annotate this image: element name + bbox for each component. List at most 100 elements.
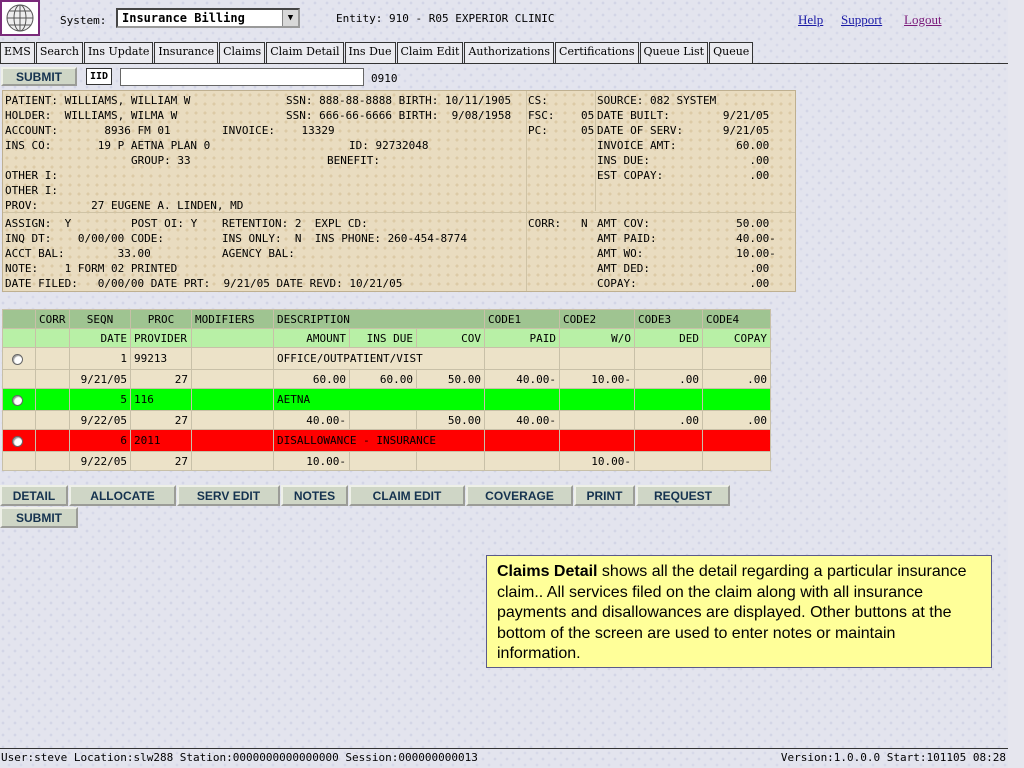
col-ins-due: INS DUE: [349, 328, 417, 348]
col-copay: COPAY: [702, 328, 772, 348]
system-select[interactable]: Insurance Billing ▼: [116, 8, 300, 28]
tab-queue[interactable]: Queue: [709, 42, 754, 63]
col-code3: CODE3: [634, 309, 704, 329]
tab-ins-update[interactable]: Ins Update: [83, 42, 154, 63]
holder-ssn: SSN: 666-66-6666 BIRTH: 9/08/1958: [286, 109, 512, 122]
serv-edit-button[interactable]: SERV EDIT: [177, 485, 280, 506]
paid-cell: 40.00-: [484, 369, 561, 389]
provider-cell: 27: [130, 451, 192, 471]
table-row[interactable]: 6 2011 DISALLOWANCE - INSURANCE: [2, 429, 772, 452]
table-subheader-row: DATE PROVIDER AMOUNT INS DUE COV PAID W/…: [2, 328, 772, 348]
tab-authorizations[interactable]: Authorizations: [464, 42, 555, 63]
tab-claims[interactable]: Claims: [219, 42, 266, 63]
col-code4: CODE4: [702, 309, 772, 329]
date-cell: 9/21/05: [69, 369, 131, 389]
row-select-radio[interactable]: [12, 394, 23, 406]
globe-icon: [6, 4, 34, 32]
submit-button-bottom[interactable]: SUBMIT: [0, 507, 78, 528]
tab-claim-detail[interactable]: Claim Detail: [266, 42, 344, 63]
invoice-field: INVOICE: 13329: [222, 124, 335, 137]
help-link[interactable]: Help: [798, 12, 823, 28]
corr-field: CORR: N: [528, 217, 588, 230]
seqn-cell: 5: [69, 388, 131, 411]
amount-cell: 60.00: [273, 369, 350, 389]
tab-claim-edit[interactable]: Claim Edit: [396, 42, 464, 63]
scrollbar-track[interactable]: [1008, 0, 1024, 768]
iid-input[interactable]: [120, 68, 364, 86]
wo-cell: [559, 410, 636, 430]
row-select-radio[interactable]: [12, 435, 23, 447]
ins-due-field: INS DUE: .00: [597, 154, 770, 167]
wo-cell: 10.00-: [559, 369, 636, 389]
amt-cov: AMT COV: 50.00: [597, 217, 770, 230]
ded-cell: .00: [634, 410, 704, 430]
col-cov: COV: [415, 328, 486, 348]
system-label: System:: [60, 14, 107, 27]
tab-queue-list[interactable]: Queue List: [639, 42, 709, 63]
ins-due-cell: [349, 410, 417, 430]
ins-only-field: INS ONLY: N INS PHONE: 260-454-8774: [222, 232, 468, 245]
col-amount: AMOUNT: [273, 328, 350, 348]
tab-ins-due[interactable]: Ins Due: [344, 42, 396, 63]
inq-dt-field: INQ DT: 0/00/00 CODE:: [5, 232, 164, 245]
ded-cell: .00: [634, 369, 704, 389]
system-select-value: Insurance Billing: [122, 11, 245, 25]
assign-field: ASSIGN: Y: [5, 217, 72, 230]
table-row[interactable]: 1 99213 OFFICE/OUTPATIENT/VIST: [2, 347, 772, 370]
copay-cell: .00: [702, 410, 772, 430]
table-row-detail: 9/21/05 27 60.00 60.00 50.00 40.00- 10.0…: [2, 369, 772, 389]
chevron-down-icon[interactable]: ▼: [282, 10, 298, 26]
copay-cell: [702, 451, 772, 471]
fsc-field: FSC: 05: [528, 109, 595, 122]
tab-insurance[interactable]: Insurance: [154, 42, 219, 63]
date-cell: 9/22/05: [69, 451, 131, 471]
col-seqn: SEQN: [69, 309, 131, 329]
paid-cell: [484, 451, 561, 471]
tab-divider: [0, 63, 1008, 64]
ins-id-field: ID: 92732048: [349, 139, 429, 152]
request-button[interactable]: REQUEST: [636, 485, 730, 506]
amount-cell: 40.00-: [273, 410, 350, 430]
note-field: NOTE: 1 FORM 02 PRINTED: [5, 262, 178, 275]
app-logo: [0, 0, 40, 36]
date-of-serv: DATE OF SERV: 9/21/05: [597, 124, 770, 137]
table-header-row: CORR SEQN PROC MODIFIERS DESCRIPTION COD…: [2, 309, 772, 329]
modifiers-cell: [191, 347, 274, 370]
proc-cell: 116: [130, 388, 192, 411]
allocate-button[interactable]: ALLOCATE: [69, 485, 176, 506]
tab-ems[interactable]: EMS: [0, 42, 35, 63]
provider-cell: 27: [130, 369, 192, 389]
table-row[interactable]: 5 116 AETNA: [2, 388, 772, 411]
col-wo: W/O: [559, 328, 636, 348]
description-cell: AETNA: [272, 388, 486, 411]
copay-cell: .00: [702, 369, 772, 389]
submit-button[interactable]: SUBMIT: [1, 67, 77, 86]
detail-button[interactable]: DETAIL: [0, 485, 68, 506]
ins-due-cell: [349, 451, 417, 471]
proc-cell: 99213: [130, 347, 192, 370]
tab-certifications[interactable]: Certifications: [555, 42, 639, 63]
source-field: SOURCE: 082 SYSTEM: [597, 94, 717, 107]
logout-link[interactable]: Logout: [904, 12, 942, 28]
benefit-field: BENEFIT:: [327, 154, 380, 167]
claim-edit-button[interactable]: CLAIM EDIT: [349, 485, 465, 506]
col-ded: DED: [634, 328, 704, 348]
cov-cell: 50.00: [415, 369, 486, 389]
patient-name: PATIENT: WILLIAMS, WILLIAM W: [5, 94, 191, 107]
group-field: GROUP: 33: [131, 154, 191, 167]
account-field: ACCOUNT: 8936 FM 01: [5, 124, 171, 137]
amt-paid: AMT PAID: 40.00-: [597, 232, 776, 245]
coverage-button[interactable]: COVERAGE: [466, 485, 573, 506]
other-ins-2: OTHER I:: [5, 184, 58, 197]
status-version-info: Version:1.0.0.0 Start:101105 08:28: [780, 751, 1006, 764]
date-built: DATE BUILT: 9/21/05: [597, 109, 770, 122]
entity-label: Entity: 910 - R05 EXPERIOR CLINIC: [336, 12, 555, 25]
print-button[interactable]: PRINT: [574, 485, 635, 506]
tab-search[interactable]: Search: [35, 42, 83, 63]
support-link[interactable]: Support: [841, 12, 882, 28]
col-corr: CORR: [35, 309, 70, 329]
row-select-radio[interactable]: [12, 353, 23, 365]
status-session-info: User:steve Location:slw288 Station:00000…: [1, 751, 478, 764]
notes-button[interactable]: NOTES: [281, 485, 348, 506]
col-provider: PROVIDER: [130, 328, 192, 348]
